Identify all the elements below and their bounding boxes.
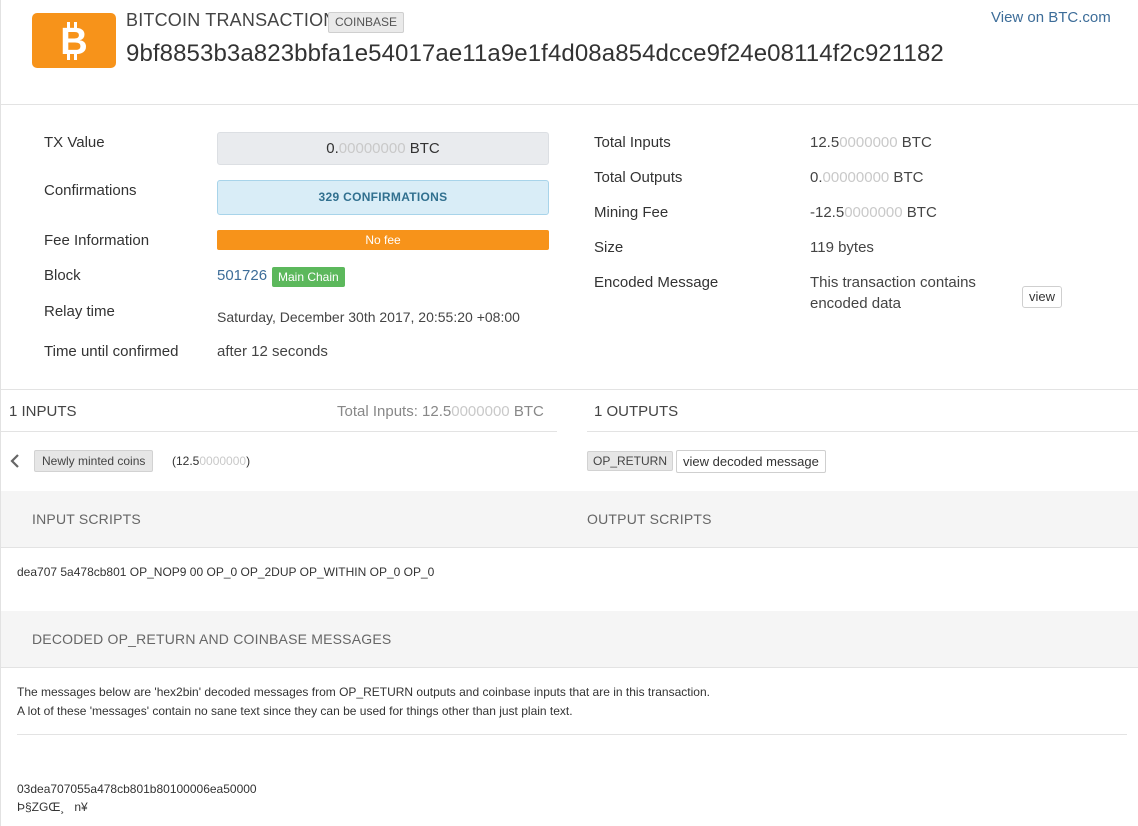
total-inputs-value: 12.50000000 BTC — [810, 134, 932, 151]
total-outputs-main: 0. — [810, 169, 823, 186]
newly-minted-badge: Newly minted coins — [34, 450, 154, 472]
total-inputs-unit: BTC — [897, 134, 932, 151]
decoded-divider — [1, 667, 1138, 668]
page-title: BITCOIN TRANSACTION — [126, 10, 337, 30]
total-inputs-label: Total Inputs — [594, 134, 671, 151]
header-divider — [1, 104, 1138, 105]
scripts-band — [1, 491, 1138, 547]
view-encoded-button[interactable]: view — [1022, 286, 1063, 308]
mining-fee-dim: 0000000 — [844, 204, 903, 221]
encoded-message-line2: encoded data — [810, 295, 901, 312]
input-amount-dim: 0000000 — [199, 454, 247, 468]
decoded-title: DECODED OP_RETURN AND COINBASE MESSAGES — [32, 631, 392, 647]
total-outputs-value: 0.00000000 BTC — [810, 169, 923, 186]
total-inputs-dim: 0000000 — [839, 134, 898, 151]
tx-value-unit: BTC — [405, 140, 440, 157]
decoded-hex: 03dea707055a478cb801b80100006ea50000 — [17, 782, 257, 796]
inputs-divider — [1, 431, 557, 432]
block-label: Block — [44, 267, 81, 284]
coinbase-badge: COINBASE — [328, 12, 405, 33]
block-link[interactable]: 501726 — [217, 267, 267, 284]
confirm-time-value: after 12 seconds — [217, 343, 328, 360]
confirm-time-label: Time until confirmed — [44, 343, 179, 360]
input-amount: (12.50000000) — [172, 454, 250, 468]
fee-info-bar: No fee — [217, 230, 549, 250]
total-outputs-label: Total Outputs — [594, 169, 683, 186]
mining-fee-label: Mining Fee — [594, 204, 669, 221]
relay-time-value: Saturday, December 30th 2017, 20:55:20 +… — [217, 309, 520, 325]
summary-divider — [1, 389, 1138, 390]
size-value: 119 bytes — [810, 239, 874, 256]
view-on-btc-link[interactable]: View on BTC.com — [991, 9, 1111, 26]
size-label: Size — [594, 239, 624, 256]
transaction-id: 9bf8853b3a823bbfa1e54017ae11a9e1f4d08a85… — [126, 40, 944, 67]
outputs-heading: 1 OUTPUTS — [594, 403, 679, 420]
total-inputs-main: 12.5 — [810, 134, 840, 151]
fee-info-label: Fee Information — [44, 232, 150, 249]
mining-fee-value: -12.50000000 BTC — [810, 204, 937, 221]
tx-value-box: 0.00000000 BTC — [217, 132, 549, 165]
input-scripts-title: INPUT SCRIPTS — [32, 511, 141, 527]
mining-fee-unit: BTC — [902, 204, 937, 221]
encoded-message-label: Encoded Message — [594, 274, 719, 291]
confirmations-box: 329 CONFIRMATIONS — [217, 180, 549, 215]
inputs-total-unit: BTC — [509, 403, 544, 420]
chevron-left-icon[interactable] — [10, 454, 20, 468]
main-chain-badge: Main Chain — [272, 267, 345, 287]
decoded-desc-1: The messages below are 'hex2bin' decoded… — [17, 685, 710, 699]
decoded-desc-2: A lot of these 'messages' contain no san… — [17, 704, 573, 718]
total-outputs-unit: BTC — [889, 169, 924, 186]
tx-value-dim: 00000000 — [338, 140, 406, 157]
decoded-inner-divider — [17, 734, 1127, 735]
mining-fee-main: -12.5 — [810, 204, 845, 221]
inputs-total: Total Inputs: 12.50000000 BTC — [337, 403, 544, 420]
output-scripts-title: OUTPUT SCRIPTS — [587, 511, 712, 527]
tx-value-label: TX Value — [44, 134, 105, 151]
input-amount-suffix: ) — [246, 454, 251, 468]
encoded-message-line1: This transaction contains — [810, 274, 976, 291]
input-script-text: dea707 5a478cb801 OP_NOP9 00 OP_0 OP_2DU… — [17, 565, 435, 579]
input-amount-prefix: (12.5 — [172, 454, 200, 468]
tx-value-main: 0. — [326, 140, 339, 157]
relay-time-label: Relay time — [44, 303, 115, 320]
total-outputs-dim: 00000000 — [822, 169, 890, 186]
inputs-heading: 1 INPUTS — [9, 403, 77, 420]
op-return-badge: OP_RETURN — [587, 451, 674, 471]
view-decoded-message-button[interactable]: view decoded message — [676, 450, 826, 473]
confirmations-label: Confirmations — [44, 182, 137, 199]
bitcoin-logo: B — [32, 13, 116, 68]
scripts-divider — [1, 547, 1138, 548]
inputs-total-prefix: Total Inputs: 12.5 — [337, 403, 452, 420]
inputs-total-dim: 0000000 — [451, 403, 510, 420]
bitcoin-icon: B — [60, 21, 87, 61]
outputs-divider — [587, 431, 1138, 432]
decoded-text: Þ§ZGŒ¸ n¥ — [17, 800, 88, 814]
